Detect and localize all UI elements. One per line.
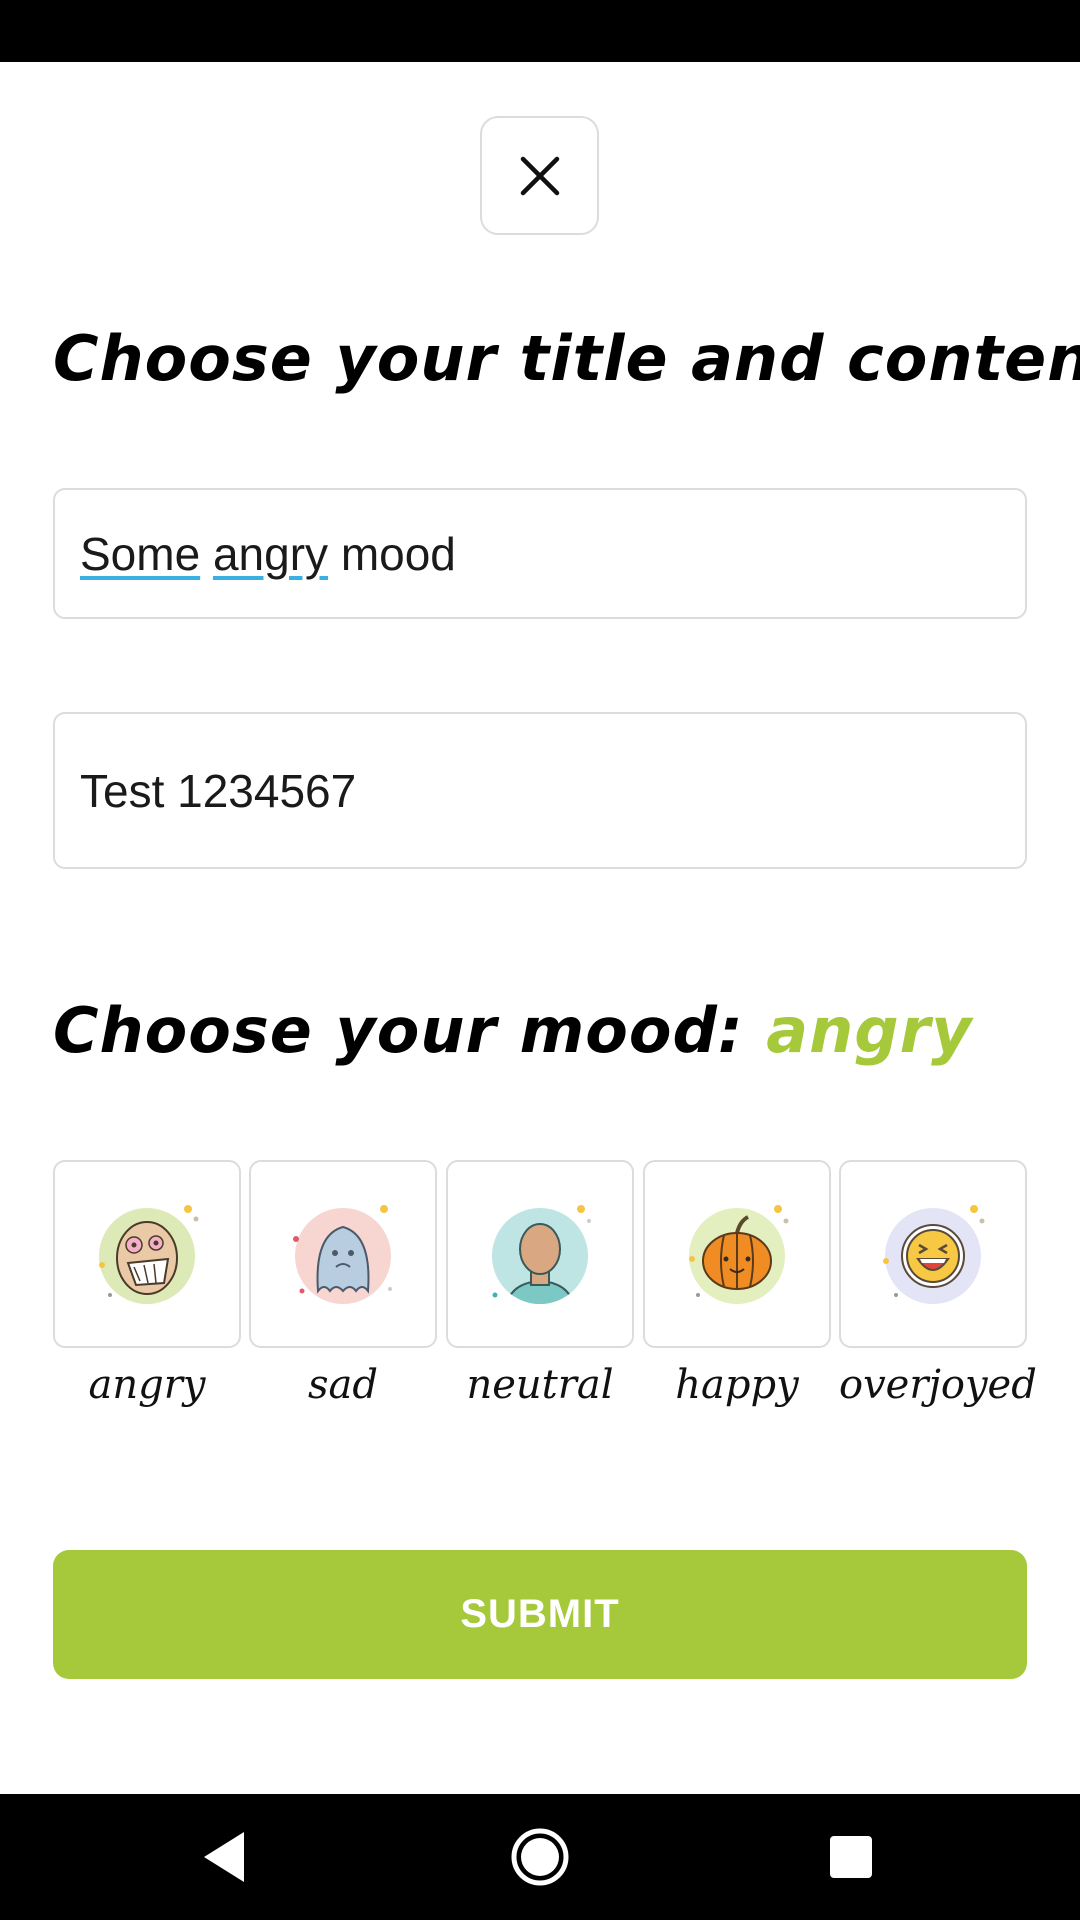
angry-face-icon — [99, 1205, 199, 1304]
pumpkin-icon — [689, 1205, 789, 1304]
mood-option-sad[interactable]: sad — [249, 1160, 437, 1430]
person-avatar-icon — [492, 1205, 591, 1304]
mood-card-sad[interactable] — [249, 1160, 437, 1348]
mood-selector: angry sad neutral happy overjoyed — [53, 1160, 1037, 1430]
mood-heading: Choose your mood: angry — [53, 994, 973, 1067]
mood-label-neutral: neutral — [466, 1362, 614, 1408]
mood-card-angry[interactable] — [53, 1160, 241, 1348]
title-word-2: angry — [212, 527, 329, 580]
submit-button[interactable]: SUBMIT — [53, 1550, 1027, 1679]
ghost-icon — [293, 1205, 392, 1304]
laughing-face-icon — [883, 1205, 985, 1304]
mood-heading-label: Choose your mood: — [53, 994, 744, 1067]
mood-label-overjoyed: overjoyed — [839, 1362, 1037, 1408]
system-navigation-bar — [0, 1794, 1080, 1920]
back-triangle-icon[interactable] — [192, 1824, 258, 1890]
mood-label-sad: sad — [308, 1362, 378, 1408]
title-input[interactable]: Some angry mood — [53, 488, 1027, 619]
mood-option-neutral[interactable]: neutral — [446, 1160, 634, 1430]
home-circle-icon[interactable] — [507, 1824, 573, 1890]
status-bar — [0, 0, 1080, 62]
mood-card-happy[interactable] — [643, 1160, 831, 1348]
close-icon — [520, 156, 559, 195]
recents-square-icon[interactable] — [818, 1824, 884, 1890]
mood-card-neutral[interactable] — [446, 1160, 634, 1348]
mood-label-angry: angry — [88, 1362, 206, 1408]
mood-label-happy: happy — [675, 1362, 799, 1408]
mood-option-overjoyed[interactable]: overjoyed — [839, 1160, 1037, 1430]
title-word-3: mood — [340, 527, 456, 580]
mood-card-overjoyed[interactable] — [839, 1160, 1027, 1348]
content-value: Test 1234567 — [80, 764, 357, 817]
title-word-1: Some — [80, 527, 201, 580]
title-content-heading: Choose your title and content — [53, 322, 1080, 395]
mood-option-happy[interactable]: happy — [643, 1160, 831, 1430]
content-input[interactable]: Test 1234567 — [53, 712, 1027, 869]
selected-mood-label: angry — [766, 994, 973, 1067]
close-button[interactable] — [480, 116, 599, 235]
mood-option-angry[interactable]: angry — [53, 1160, 241, 1430]
